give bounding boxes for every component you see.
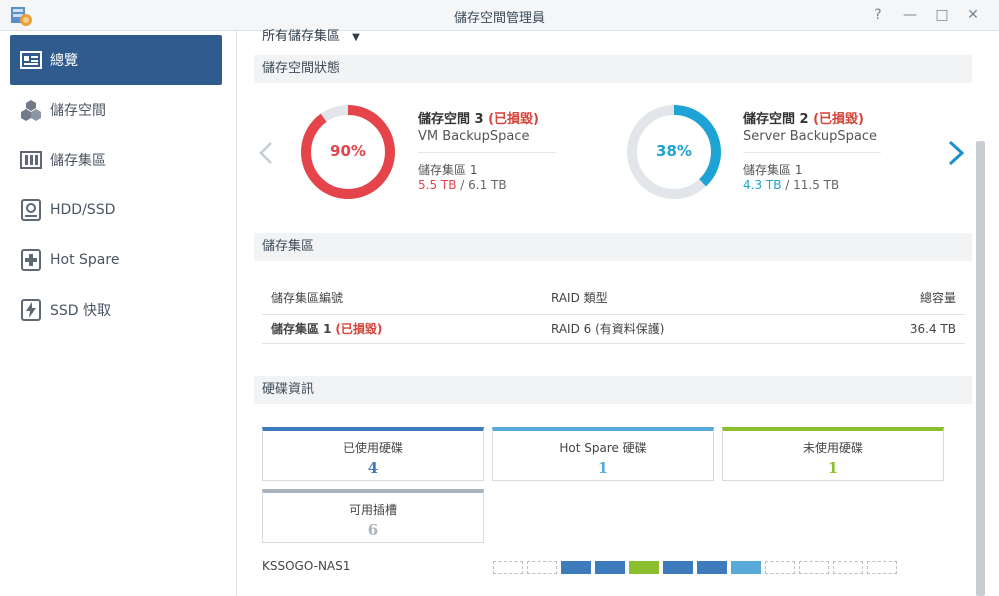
volume-status-damaged: (已損毀): [488, 112, 539, 127]
disk-slot-used: [697, 561, 727, 574]
table-header-row: 儲存集區編號 RAID 類型 總容量: [262, 281, 965, 315]
sidebar-item-label: 總覽: [50, 53, 78, 69]
pool-status-damaged: (已損毀): [335, 322, 383, 336]
sidebar-item-overview[interactable]: 總覽: [10, 35, 222, 85]
hdd-icon: [21, 199, 41, 221]
sidebar-item-label: HDD/SSD: [50, 202, 116, 218]
maximize-icon: □: [935, 7, 949, 23]
sidebar-item-hdd-ssd[interactable]: HDD/SSD: [10, 185, 222, 235]
disk-card-value: 4: [367, 459, 379, 477]
raid-type-cell: RAID 6 (有資料保護): [542, 314, 815, 344]
disk-card-label: Hot Spare 硬碟: [559, 441, 647, 455]
help-button[interactable]: ?: [867, 4, 889, 26]
pool-filter-dropdown[interactable]: 所有儲存集區 ▼: [262, 25, 360, 41]
disk-slot-empty: [493, 561, 523, 574]
capacity-cell: 36.4 TB: [815, 314, 965, 344]
overview-icon: [20, 51, 42, 69]
main-panel: 所有儲存集區 ▼ 儲存空間狀態 90% 儲存空間 3 (已損毀) VM Back…: [238, 29, 999, 596]
column-header-pool-id: 儲存集區編號: [262, 281, 542, 315]
pool-name: 儲存集區 1: [271, 322, 332, 336]
used-capacity: 5.5 TB: [418, 178, 457, 192]
storage-pool-table: 儲存集區編號 RAID 類型 總容量 儲存集區 1 (已損毀) RAID 6 (…: [262, 281, 965, 344]
total-capacity: 6.1 TB: [468, 178, 507, 192]
volume-name: 儲存空間 2: [743, 112, 809, 127]
volume-title[interactable]: 儲存空間 3 (已損毀): [418, 108, 539, 127]
disk-card-value: 1: [597, 459, 609, 477]
volume-status-damaged: (已損毀): [813, 112, 864, 127]
help-icon: ?: [874, 7, 882, 23]
volume-capacity: 5.5 TB / 6.1 TB: [418, 178, 507, 192]
maximize-button[interactable]: □: [931, 4, 953, 26]
ssd-cache-icon: [21, 299, 41, 321]
scrollbar[interactable]: [976, 141, 985, 596]
pool-id-cell: 儲存集區 1 (已損毀): [262, 314, 542, 344]
sidebar-item-label: 儲存空間: [50, 103, 106, 119]
volume-pool: 儲存集區 1: [418, 163, 478, 177]
volume-description: VM BackupSpace: [418, 129, 530, 144]
disk-slot-empty: [799, 561, 829, 574]
volume-capacity: 4.3 TB / 11.5 TB: [743, 178, 839, 192]
hot-spare-icon: [21, 249, 41, 271]
close-icon: ✕: [967, 7, 979, 23]
disk-card-label: 已使用硬碟: [342, 441, 403, 455]
volume-name: 儲存空間 3: [418, 112, 484, 127]
section-header-volume-status: 儲存空間狀態: [254, 55, 972, 83]
sidebar-item-storage-pool[interactable]: 儲存集區: [10, 135, 222, 185]
volume-cubes-icon: [21, 100, 41, 121]
disk-card-value: 6: [367, 521, 379, 539]
disk-slot-empty: [765, 561, 795, 574]
next-arrow-icon[interactable]: [947, 140, 965, 166]
disk-card-label: 未使用硬碟: [802, 441, 863, 455]
usage-percent: 38%: [656, 142, 692, 160]
nas-name: KSSOGO-NAS1: [262, 559, 351, 573]
column-header-raid-type: RAID 類型: [542, 281, 815, 315]
close-button[interactable]: ✕: [962, 4, 984, 26]
disk-slot-empty: [867, 561, 897, 574]
column-header-capacity: 總容量: [815, 281, 965, 315]
sidebar: 總覽 儲存空間 儲存集區 HDD/SSD Hot Spare SSD 快取: [0, 31, 237, 596]
used-capacity: 4.3 TB: [743, 178, 782, 192]
volume-description: Server BackupSpace: [743, 129, 878, 144]
disk-card-label: 可用插槽: [348, 503, 397, 517]
sidebar-item-volume[interactable]: 儲存空間: [10, 85, 222, 135]
sidebar-item-label: Hot Spare: [50, 252, 120, 268]
disk-slot-empty: [527, 561, 557, 574]
disk-slot-unused: [629, 561, 659, 574]
chevron-down-icon: ▼: [352, 32, 360, 41]
table-row[interactable]: 儲存集區 1 (已損毀) RAID 6 (有資料保護) 36.4 TB: [262, 314, 965, 344]
volume-pool: 儲存集區 1: [743, 163, 803, 177]
sidebar-item-ssd-cache[interactable]: SSD 快取: [10, 285, 222, 335]
usage-percent: 90%: [330, 142, 366, 160]
total-capacity: 11.5 TB: [793, 178, 840, 192]
sidebar-item-hot-spare[interactable]: Hot Spare: [10, 235, 222, 285]
section-header-disk-info: 硬碟資訊: [254, 376, 972, 404]
sidebar-item-label: SSD 快取: [50, 303, 112, 319]
disk-slot-used: [561, 561, 591, 574]
window-title: 儲存空間管理員: [453, 11, 545, 26]
previous-arrow-icon[interactable]: [258, 141, 274, 165]
disk-card-used: 已使用硬碟 4: [262, 427, 484, 481]
disk-slot-map: [493, 561, 901, 574]
disk-slot-used: [595, 561, 625, 574]
disk-card-hot-spare: Hot Spare 硬碟 1: [492, 427, 714, 481]
disk-card-value: 1: [827, 459, 839, 477]
disk-card-unused: 未使用硬碟 1: [722, 427, 944, 481]
disk-card-available-slots: 可用插槽 6: [262, 489, 484, 543]
volume-title[interactable]: 儲存空間 2 (已損毀): [743, 108, 864, 127]
divider: [418, 152, 556, 153]
section-header-storage-pool: 儲存集區: [254, 233, 972, 261]
disk-slot-used: [663, 561, 693, 574]
sidebar-item-label: 儲存集區: [50, 153, 106, 169]
divider: [743, 152, 881, 153]
minimize-icon: —: [903, 7, 917, 23]
disk-slot-empty: [833, 561, 863, 574]
storage-pool-icon: [20, 151, 42, 169]
title-bar: 儲存空間管理員 ? — □ ✕: [0, 0, 999, 31]
minimize-button[interactable]: —: [899, 4, 921, 26]
pool-filter-label: 所有儲存集區: [262, 29, 341, 41]
disk-slot-hotspare: [731, 561, 761, 574]
capacity-separator: /: [781, 178, 794, 192]
capacity-separator: /: [456, 178, 469, 192]
